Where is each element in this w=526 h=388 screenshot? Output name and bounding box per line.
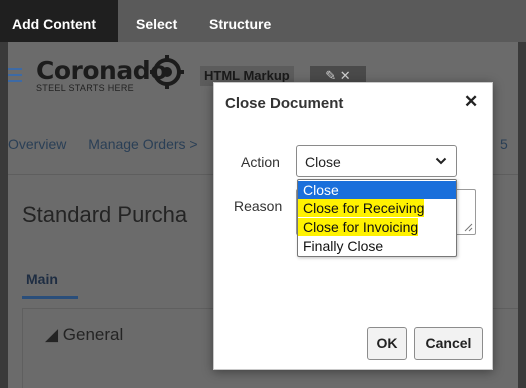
nav-item-overview[interactable]: Overview	[8, 136, 66, 152]
editor-toolbar: Add Content Select Structure	[0, 0, 526, 42]
close-icon[interactable]: ✕	[464, 92, 478, 112]
nav-item-manage-orders[interactable]: Manage Orders >	[88, 136, 197, 152]
cancel-button[interactable]: Cancel	[414, 327, 483, 360]
tab-select[interactable]: Select	[136, 0, 177, 42]
action-label: Action	[241, 154, 280, 170]
action-select-value: Close	[305, 154, 341, 170]
tab-structure[interactable]: Structure	[209, 0, 271, 42]
breadcrumb-nav: Overview Manage Orders >	[8, 136, 216, 152]
nav-overflow-text: 5	[500, 136, 508, 152]
tab-main-underline	[22, 296, 78, 299]
action-dropdown-list: Close Close for Receiving Close for Invo…	[297, 179, 457, 257]
tab-add-content[interactable]: Add Content	[0, 0, 118, 42]
close-document-dialog: Close Document ✕ Action Reason Close Clo…	[213, 82, 493, 370]
action-select[interactable]: Close	[296, 145, 457, 177]
option-close-for-invoicing[interactable]: Close for Invoicing	[298, 218, 419, 236]
logo-seal-icon	[150, 55, 184, 89]
option-close-for-receiving[interactable]: Close for Receiving	[298, 199, 425, 217]
page-title: Standard Purcha	[22, 202, 188, 227]
option-close[interactable]: Close	[298, 181, 456, 199]
resize-handle-icon[interactable]	[464, 223, 473, 232]
ok-button[interactable]: OK	[367, 327, 407, 360]
logo-name: Coronado	[36, 56, 167, 85]
dialog-title: Close Document	[225, 95, 344, 112]
company-logo[interactable]: Coronado STEEL STARTS HERE	[36, 56, 167, 94]
section-general-heading[interactable]: ◢ General	[45, 325, 123, 345]
hamburger-menu-icon[interactable]	[8, 68, 22, 82]
tab-main[interactable]: Main	[26, 271, 58, 287]
chevron-down-icon	[435, 157, 447, 165]
reason-label: Reason	[234, 198, 283, 214]
option-finally-close[interactable]: Finally Close	[298, 237, 383, 255]
